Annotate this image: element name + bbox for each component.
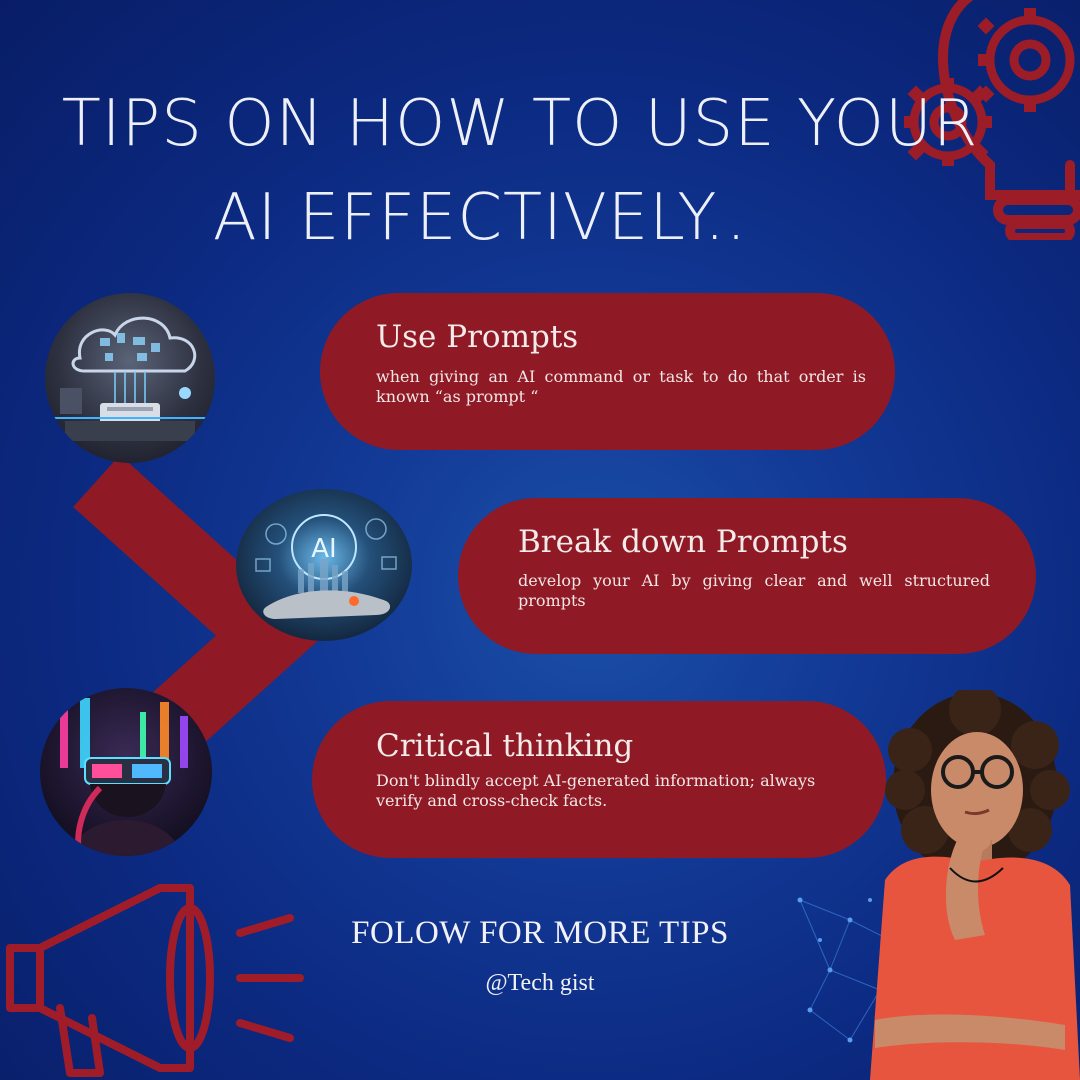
- follow-cta: FOLOW FOR MORE TIPS: [351, 915, 729, 951]
- tip-card-break-down-prompts: Break down Prompts develop your AI by gi…: [458, 498, 1036, 654]
- ai-hand-image: AI: [236, 489, 412, 641]
- vr-neon-image: [40, 688, 212, 856]
- tip-body: Don't blindly accept AI-generated inform…: [376, 771, 816, 810]
- title-line-2: AI EFFECTIVELY..: [212, 181, 748, 255]
- tip-body: develop your AI by giving clear and well…: [518, 571, 990, 610]
- tip-card-use-prompts: Use Prompts when giving an AI command or…: [320, 293, 895, 450]
- infographic-page: TIPS ON HOW TO USE YOUR AI EFFECTIVELY..…: [0, 0, 1080, 1080]
- tip-heading: Critical thinking: [376, 728, 634, 764]
- tip-heading: Use Prompts: [376, 319, 579, 355]
- tip-body: when giving an AI command or task to do …: [376, 367, 866, 406]
- title-line-1: TIPS ON HOW TO USE YOUR: [61, 87, 979, 161]
- tip-heading: Break down Prompts: [518, 524, 848, 560]
- thinking-woman-image: [870, 690, 1080, 1080]
- cloud-computing-image: [45, 293, 215, 463]
- tip-card-critical-thinking: Critical thinking Don't blindly accept A…: [312, 701, 886, 858]
- social-handle: @Tech gist: [485, 970, 595, 996]
